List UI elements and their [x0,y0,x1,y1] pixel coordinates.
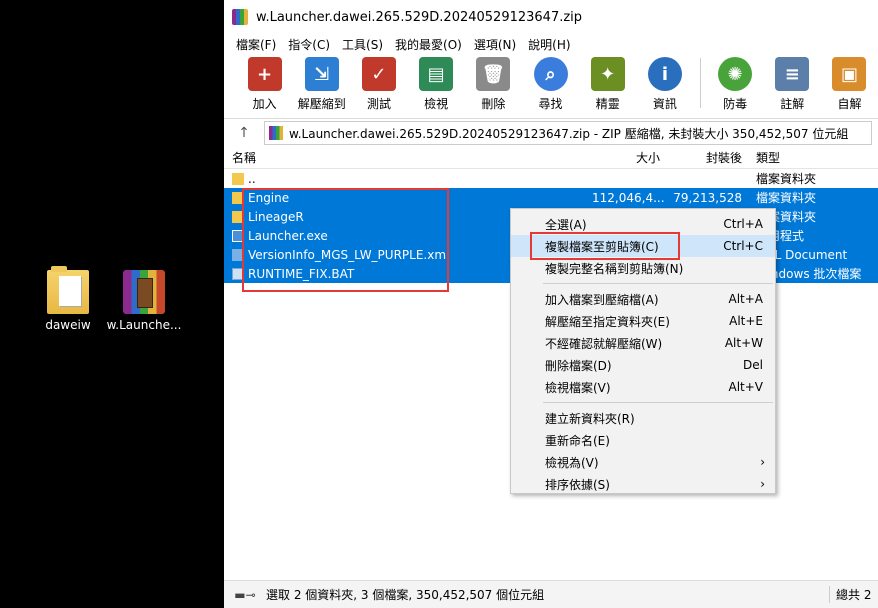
view-button[interactable]: ▤ 檢視 [408,54,465,114]
menu-item-delete-files[interactable]: 刪除檔案(D) Del [511,354,775,376]
menu-commands[interactable]: 指令(C) [282,36,336,53]
menu-item-view-file[interactable]: 檢視檔案(V) Alt+V [511,376,775,398]
add-archive-icon: + [247,57,282,91]
delete-trash-icon: 🗑 [476,57,511,91]
info-button[interactable]: i 資訊 [636,54,693,114]
menu-bar: 檔案(F) 指令(C) 工具(S) 我的最愛(O) 選項(N) 說明(H) [224,34,878,54]
menu-item-select-all[interactable]: 全選(A) Ctrl+A [511,213,775,235]
comment-icon: ≡ [775,57,810,91]
folder-icon [232,191,244,204]
menu-file[interactable]: 檔案(F) [230,36,282,53]
menu-item-add-to-archive[interactable]: 加入檔案到壓縮檔(A) Alt+A [511,288,775,310]
info-icon: i [647,57,682,91]
menu-tools[interactable]: 工具(S) [336,36,389,53]
file-row[interactable]: .. 檔案資料夾 [224,169,878,188]
sfx-button[interactable]: ▣ 自解 [821,54,878,114]
menu-item-rename[interactable]: 重新命名(E) [511,429,775,451]
context-menu: 全選(A) Ctrl+A 複製檔案至剪貼簿(C) Ctrl+C 複製完整名稱到剪… [510,208,776,494]
chevron-right-icon: › [760,477,765,491]
archive-icon [269,126,283,140]
status-total: 總共 2 [829,586,878,603]
view-book-icon: ▤ [419,57,454,91]
window-title: w.Launcher.dawei.265.529D.20240529123647… [256,9,583,25]
test-button[interactable]: ✓ 測試 [350,54,407,114]
bat-file-icon [232,267,244,280]
menu-help[interactable]: 說明(H) [522,36,576,53]
chevron-right-icon: › [760,455,765,469]
extract-to-icon: ⇲ [304,57,339,91]
menu-item-view-as[interactable]: 檢視為(V) › [511,451,775,473]
sfx-box-icon: ▣ [832,57,867,91]
menu-separator [543,283,773,284]
folder-icon [232,210,244,223]
exe-file-icon [232,229,244,242]
address-bar: ↑ w.Launcher.dawei.265.529D.202405291236… [224,118,878,148]
folder-icon [47,266,89,314]
menu-item-copy-full-names[interactable]: 複製完整名稱到剪貼簿(N) [511,257,775,279]
list-header: 名稱 大小 封裝後 類型 [224,146,878,169]
menu-item-sort-by[interactable]: 排序依據(S) › [511,473,775,495]
menu-favorites[interactable]: 我的最愛(O) [389,36,468,53]
winrar-app-icon [232,9,248,25]
title-bar[interactable]: w.Launcher.dawei.265.529D.20240529123647… [224,0,878,34]
winrar-archive-icon [123,270,165,314]
menu-separator [543,402,773,403]
menu-item-extract-without-confirm[interactable]: 不經確認就解壓縮(W) Alt+W [511,332,775,354]
toolbar-separator [699,58,701,108]
archive-path-text: w.Launcher.dawei.265.529D.20240529123647… [289,126,849,141]
wizard-wand-icon: ✦ [590,57,625,91]
test-icon: ✓ [361,57,396,91]
drive-key-icon: ▬⊸ [234,587,256,602]
file-row[interactable]: Engine 112,046,4... 79,213,528 檔案資料夾 [224,188,878,207]
status-bar: ▬⊸ 選取 2 個資料夾, 3 個檔案, 350,452,507 個位元組 總共… [224,580,878,608]
desktop-icon-label: daweiw [45,318,91,332]
extract-to-button[interactable]: ⇲ 解壓縮到 [293,54,350,114]
add-button[interactable]: + 加入 [236,54,293,114]
column-type-header[interactable]: 類型 [748,149,878,166]
column-name-header[interactable]: 名稱 [224,149,592,166]
desktop-icon-label: w.Launche... [106,318,182,332]
toolbar: + 加入 ⇲ 解壓縮到 ✓ 測試 ▤ 檢視 🗑 刪除 ⌕ 尋找 ✦ 精靈 i 資… [224,54,878,114]
menu-item-extract-to-folder[interactable]: 解壓縮至指定資料夾(E) Alt+E [511,310,775,332]
wizard-button[interactable]: ✦ 精靈 [579,54,636,114]
folder-icon [232,172,244,185]
find-magnifier-icon: ⌕ [533,57,568,91]
virus-scan-icon: ✺ [718,57,753,91]
menu-options[interactable]: 選項(N) [468,36,522,53]
status-text: 選取 2 個資料夾, 3 個檔案, 350,452,507 個位元組 [266,588,545,602]
delete-button[interactable]: 🗑 刪除 [465,54,522,114]
column-packed-header[interactable]: 封裝後 [666,149,748,166]
comment-button[interactable]: ≡ 註解 [764,54,821,114]
menu-item-new-folder[interactable]: 建立新資料夾(R) [511,407,775,429]
desktop-icon-archive[interactable]: w.Launche... [104,270,184,332]
xml-file-icon [232,248,244,261]
up-arrow-icon[interactable]: ↑ [224,125,264,141]
archive-path-field[interactable]: w.Launcher.dawei.265.529D.20240529123647… [264,121,872,145]
menu-item-copy-files[interactable]: 複製檔案至剪貼簿(C) Ctrl+C [511,235,775,257]
find-button[interactable]: ⌕ 尋找 [522,54,579,114]
column-size-header[interactable]: 大小 [592,149,666,166]
virus-scan-button[interactable]: ✺ 防毒 [706,54,763,114]
desktop-icon-daweiw[interactable]: daweiw [28,266,108,332]
